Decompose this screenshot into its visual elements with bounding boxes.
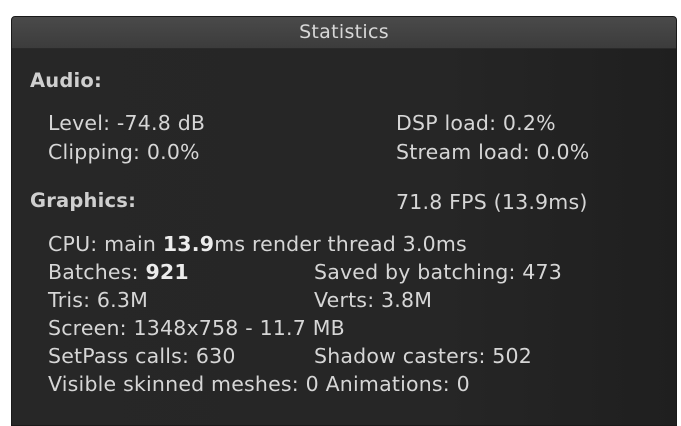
- batches-prefix: Batches:: [48, 260, 146, 284]
- cpu-suffix: ms render thread 3.0ms: [214, 232, 467, 256]
- batches-value: 921: [145, 260, 189, 284]
- panel-title: Statistics: [12, 17, 676, 49]
- cpu-prefix: CPU: main: [48, 232, 163, 256]
- graphics-verts: Verts: 3.8M: [314, 288, 433, 312]
- audio-level: Level: -74.8 dB: [48, 111, 206, 135]
- graphics-shadow-casters: Shadow casters: 502: [314, 344, 533, 368]
- audio-clipping: Clipping: 0.0%: [48, 140, 200, 164]
- graphics-fps: 71.8 FPS (13.9ms): [396, 190, 588, 214]
- audio-dsp-load: DSP load: 0.2%: [396, 111, 556, 135]
- graphics-setpass-calls: SetPass calls: 630: [48, 344, 236, 368]
- graphics-visible-skinned-meshes: Visible skinned meshes: 0 Animations: 0: [48, 372, 470, 396]
- audio-stream-load: Stream load: 0.0%: [396, 140, 590, 164]
- graphics-batches: Batches: 921: [48, 260, 189, 284]
- statistics-panel: Statistics Audio: Level: -74.8 dB DSP lo…: [11, 16, 677, 426]
- graphics-saved-by-batching: Saved by batching: 473: [314, 260, 563, 284]
- cpu-main-value: 13.9: [162, 232, 215, 256]
- graphics-tris: Tris: 6.3M: [48, 288, 149, 312]
- graphics-heading: Graphics:: [30, 189, 137, 212]
- graphics-screen: Screen: 1348x758 - 11.7 MB: [48, 316, 345, 340]
- audio-heading: Audio:: [30, 69, 103, 92]
- graphics-cpu: CPU: main 13.9ms render thread 3.0ms: [48, 232, 467, 256]
